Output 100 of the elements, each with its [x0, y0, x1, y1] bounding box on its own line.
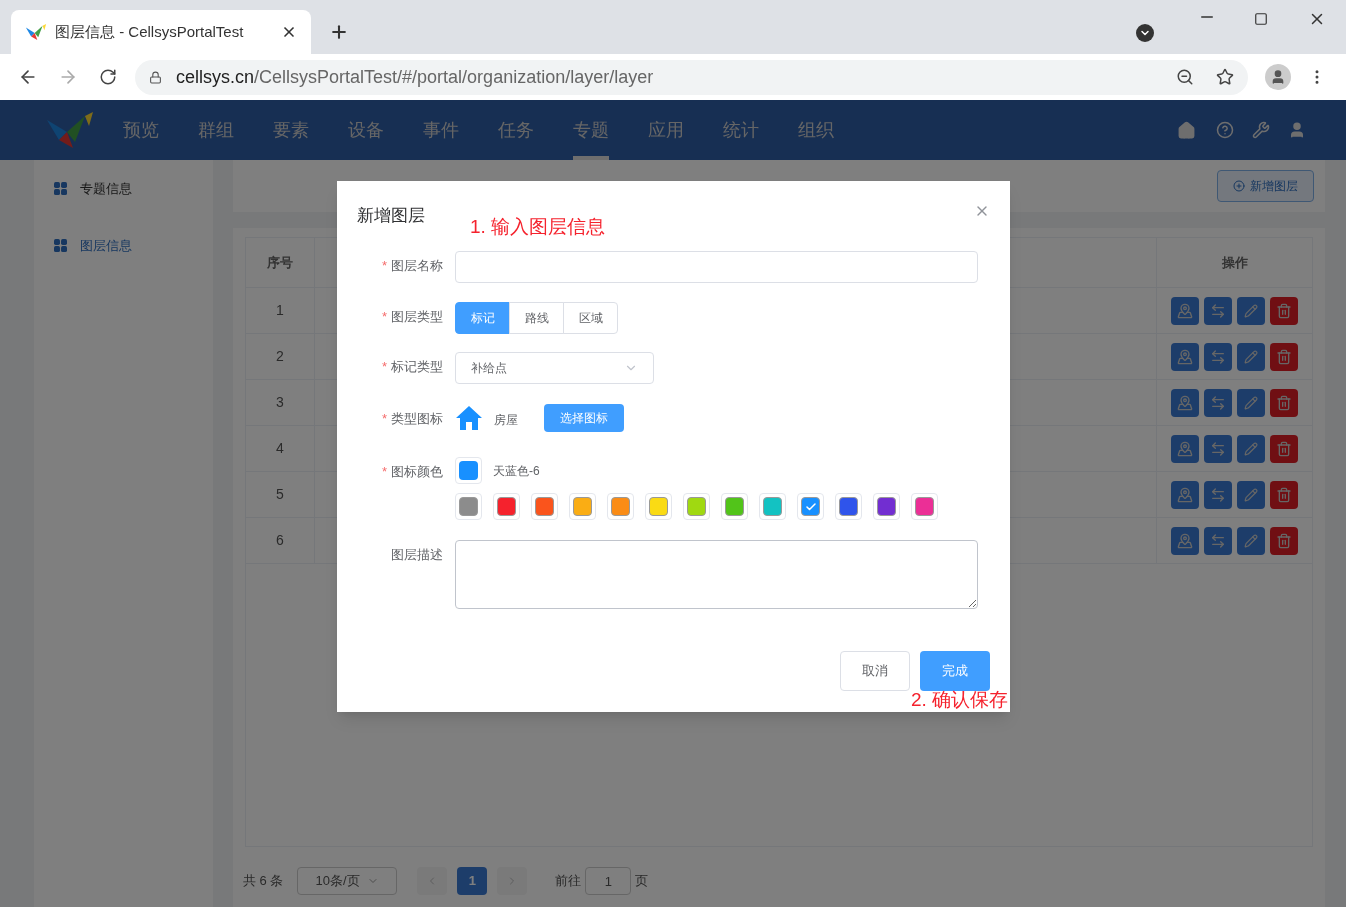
nav-item[interactable]: 统计	[723, 100, 759, 160]
swap-button[interactable]	[1204, 434, 1232, 463]
home-icon[interactable]	[1177, 120, 1196, 140]
bookmark-star-icon[interactable]	[1216, 68, 1234, 86]
required-asterisk: *	[381, 358, 387, 377]
trash-icon	[1276, 394, 1292, 411]
trash-icon	[1276, 348, 1292, 365]
trash-icon	[1276, 486, 1292, 503]
layer-name-field[interactable]	[455, 251, 978, 283]
color-swatch[interactable]	[873, 493, 900, 520]
layer-type-option[interactable]: 标记	[455, 302, 510, 334]
color-swatch[interactable]	[607, 493, 634, 520]
trash-icon	[1276, 302, 1292, 319]
zoom-icon[interactable]	[1176, 68, 1194, 86]
color-swatch[interactable]	[721, 493, 748, 520]
swap-arrows-icon	[1210, 302, 1226, 319]
table-cell: 1	[246, 288, 315, 333]
nav-item[interactable]: 事件	[423, 100, 459, 160]
required-asterisk: *	[381, 463, 387, 482]
layer-type-option[interactable]: 路线	[509, 302, 564, 334]
nav-item[interactable]: 任务	[498, 100, 534, 160]
total-count: 共 6 条	[243, 872, 284, 891]
swap-button[interactable]	[1204, 296, 1232, 325]
color-swatch[interactable]	[493, 493, 520, 520]
delete-button[interactable]	[1270, 342, 1298, 371]
new-tab-icon[interactable]	[329, 22, 349, 42]
swap-button[interactable]	[1204, 342, 1232, 371]
maximize-icon[interactable]	[1254, 12, 1268, 26]
icon-name: 房屋	[494, 412, 518, 429]
color-swatch[interactable]	[835, 493, 862, 520]
nav-item[interactable]: 组织	[798, 100, 834, 160]
map-pin-button[interactable]	[1171, 526, 1199, 555]
description-field[interactable]	[455, 540, 978, 609]
pencil-icon	[1244, 349, 1258, 364]
map-pin-button[interactable]	[1171, 388, 1199, 417]
color-swatch[interactable]	[569, 493, 596, 520]
address-bar[interactable]: cellsys.cn/CellsysPortalTest/#/portal/organization/layer/layer	[135, 59, 1248, 95]
delete-button[interactable]	[1270, 526, 1298, 555]
nav-item[interactable]: 预览	[123, 100, 159, 160]
swap-button[interactable]	[1204, 388, 1232, 417]
edit-button[interactable]	[1237, 342, 1265, 371]
color-swatch[interactable]	[911, 493, 938, 520]
edit-button[interactable]	[1237, 480, 1265, 509]
color-swatch[interactable]	[797, 493, 824, 520]
marker-type-select[interactable]: 补给点	[455, 352, 654, 384]
color-swatch[interactable]	[759, 493, 786, 520]
nav-item[interactable]: 设备	[348, 100, 384, 160]
page-button[interactable]: 1	[457, 867, 488, 895]
profile-dropdown-icon[interactable]	[1136, 24, 1154, 42]
page-suffix: 页	[635, 872, 649, 891]
help-icon[interactable]	[1216, 121, 1234, 139]
close-tab-icon[interactable]	[281, 24, 297, 40]
nav-item[interactable]: 应用	[648, 100, 684, 160]
map-pin-button[interactable]	[1171, 342, 1199, 371]
cancel-button[interactable]: 取消	[840, 651, 910, 691]
delete-button[interactable]	[1270, 388, 1298, 417]
profile-avatar-icon[interactable]	[1265, 64, 1291, 90]
delete-button[interactable]	[1270, 296, 1298, 325]
goto-page-field[interactable]: 1	[585, 867, 632, 895]
page-size-select[interactable]: 10条/页	[297, 867, 398, 895]
nav-item[interactable]: 要素	[273, 100, 309, 160]
table-cell: 4	[246, 426, 315, 471]
table-cell: 2	[246, 334, 315, 379]
confirm-button[interactable]: 完成	[920, 651, 990, 691]
map-pin-button[interactable]	[1171, 296, 1199, 325]
browser-tab[interactable]: 图层信息 - CellsysPortalTest	[11, 10, 311, 54]
add-layer-button[interactable]: 新增图层	[1217, 170, 1314, 202]
layer-type-option[interactable]: 区域	[563, 302, 618, 334]
color-swatch[interactable]	[683, 493, 710, 520]
pencil-icon	[1244, 303, 1258, 318]
delete-button[interactable]	[1270, 480, 1298, 509]
lock-icon	[149, 70, 162, 84]
choose-icon-button[interactable]: 选择图标	[544, 404, 624, 432]
tools-icon[interactable]	[1252, 121, 1270, 139]
goto-label: 前往	[555, 872, 582, 891]
nav-item[interactable]: 群组	[198, 100, 234, 160]
color-swatch[interactable]	[455, 493, 482, 520]
table-cell: 3	[246, 380, 315, 425]
edit-button[interactable]	[1237, 434, 1265, 463]
field-label: 图标颜色	[391, 463, 443, 482]
map-pin-button[interactable]	[1171, 480, 1199, 509]
swap-button[interactable]	[1204, 480, 1232, 509]
map-pin-icon	[1177, 486, 1193, 503]
user-icon[interactable]	[1288, 121, 1306, 139]
delete-button[interactable]	[1270, 434, 1298, 463]
edit-button[interactable]	[1237, 388, 1265, 417]
map-pin-button[interactable]	[1171, 434, 1199, 463]
swap-button[interactable]	[1204, 526, 1232, 555]
tab-favicon-icon	[25, 23, 47, 41]
sidebar-item[interactable]: 图层信息	[34, 235, 213, 255]
reload-icon[interactable]	[99, 68, 117, 86]
color-swatch[interactable]	[531, 493, 558, 520]
edit-button[interactable]	[1237, 296, 1265, 325]
sidebar-item[interactable]: 专题信息	[34, 179, 213, 199]
field-label: 图层描述	[391, 546, 443, 565]
color-swatch[interactable]	[645, 493, 672, 520]
column-header: 序号	[246, 238, 315, 287]
map-pin-icon	[1177, 302, 1193, 319]
edit-button[interactable]	[1237, 526, 1265, 555]
column-header: 操作	[1220, 253, 1249, 272]
